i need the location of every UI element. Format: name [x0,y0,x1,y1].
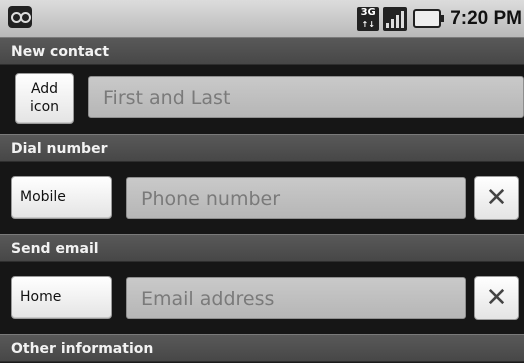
email-address-input[interactable]: Email address [126,277,466,319]
signal-strength-icon [383,6,408,31]
section-header-new-contact: New contact [0,37,524,65]
remove-phone-button[interactable]: ✕ [474,176,519,220]
section-header-send-email: Send email [0,234,524,262]
battery-icon [413,9,445,28]
3g-network-icon: 3G ↑↓ [357,6,380,31]
status-bar: 3G ↑↓ 7:20 PM [0,0,524,38]
phone-number-input[interactable]: Phone number [126,177,466,219]
app-notification-icon [8,6,32,28]
add-icon-button[interactable]: Add icon [15,73,74,124]
clock: 7:20 PM [450,7,522,29]
close-icon: ✕ [485,183,508,213]
phone-type-selector[interactable]: Mobile [11,176,112,219]
section-header-other-information: Other information [0,334,524,362]
close-icon: ✕ [485,283,508,313]
email-type-selector[interactable]: Home [11,276,112,319]
network-label: 3G [360,6,376,18]
name-input[interactable]: First and Last [88,76,524,118]
remove-email-button[interactable]: ✕ [474,276,519,320]
status-indicators: 3G ↑↓ 7:20 PM [357,0,522,37]
section-header-dial-number: Dial number [0,134,524,162]
network-arrows: ↑↓ [361,19,375,29]
